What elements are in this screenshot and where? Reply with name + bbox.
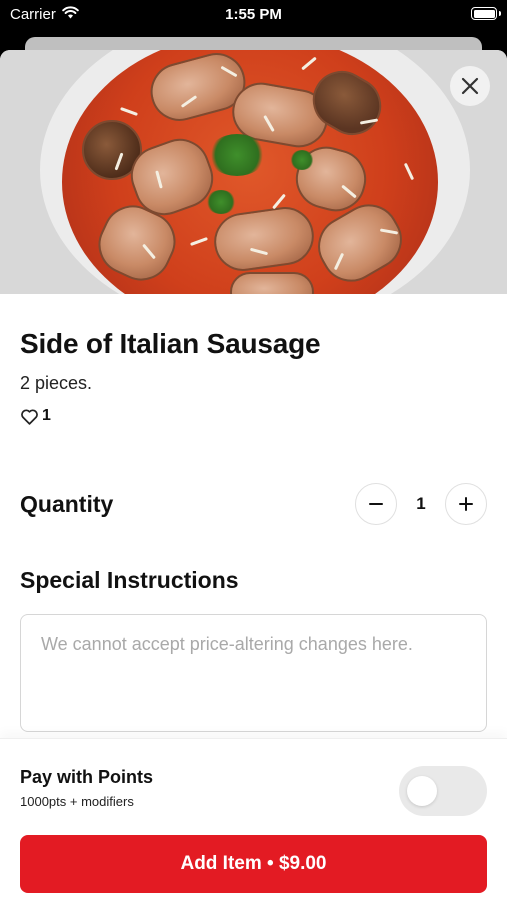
sausage-piece — [230, 272, 314, 294]
quantity-value: 1 — [416, 494, 426, 513]
like-count: 1 — [42, 407, 51, 424]
item-description: 2 pieces. — [20, 373, 93, 393]
close-button[interactable] — [450, 66, 490, 106]
battery-icon — [471, 7, 501, 20]
close-icon — [461, 77, 479, 95]
like-control[interactable]: 1 — [20, 407, 487, 425]
order-footer: Pay with Points 1000pts + modifiers Add … — [0, 738, 507, 900]
item-detail-sheet: Side of Italian Sausage 2 pieces. 1 Quan… — [0, 50, 507, 900]
pay-with-points-toggle[interactable] — [399, 766, 487, 816]
add-item-button[interactable]: Add Item • $9.00 — [20, 835, 487, 893]
minus-icon — [369, 503, 383, 505]
points-subtitle: 1000pts + modifiers — [20, 794, 134, 809]
special-instructions-box — [20, 614, 487, 732]
parsley-garnish — [206, 190, 236, 214]
item-photo — [0, 50, 507, 294]
heart-outline-icon — [21, 408, 38, 425]
special-instructions-input[interactable] — [41, 632, 466, 714]
item-name: Side of Italian Sausage — [20, 328, 321, 359]
parsley-garnish — [290, 150, 314, 170]
special-instructions-label: Special Instructions — [20, 567, 239, 593]
status-bar: Carrier 1:55 PM — [0, 0, 507, 30]
decrement-button[interactable] — [355, 483, 397, 525]
toggle-knob — [407, 776, 437, 806]
pay-with-points: Pay with Points 1000pts + modifiers — [20, 767, 153, 809]
status-time: 1:55 PM — [225, 6, 282, 23]
quantity-stepper: 1 — [355, 483, 487, 525]
points-title: Pay with Points — [20, 767, 154, 787]
quantity-row: Quantity 1 — [20, 483, 487, 525]
increment-button[interactable] — [445, 483, 487, 525]
plus-icon — [459, 497, 473, 511]
item-content: Side of Italian Sausage 2 pieces. 1 Quan… — [0, 328, 507, 732]
parsley-garnish — [208, 134, 266, 176]
quantity-label: Quantity — [20, 490, 114, 517]
